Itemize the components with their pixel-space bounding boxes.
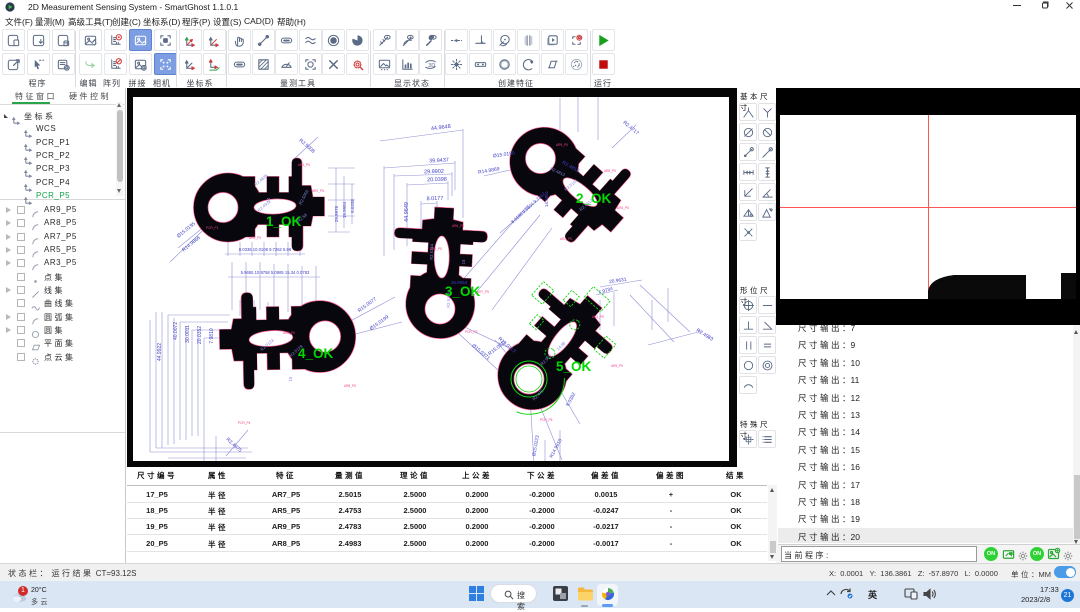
svg-text:8.0336 10.0108 9.7262 5.98: 8.0336 10.0108 9.7262 5.98 (239, 247, 292, 252)
svg-text:PCR_P3: PCR_P3 (465, 330, 478, 334)
svg-text:AR8_P5: AR8_P5 (344, 384, 356, 388)
svg-text:AR5_P5: AR5_P5 (611, 364, 623, 368)
svg-text:29.9976: 29.9976 (334, 205, 339, 222)
svg-text:30.0011: 30.0011 (185, 325, 191, 343)
svg-text:AR3_P5: AR3_P5 (249, 236, 261, 240)
svg-text:7.9810: 7.9810 (209, 328, 215, 344)
svg-text:AR6_P5: AR6_P5 (452, 224, 464, 228)
svg-text:AR1_P5: AR1_P5 (298, 163, 310, 167)
svg-text:AR2_P5: AR2_P5 (560, 237, 572, 241)
svg-text:15: 15 (288, 376, 293, 381)
svg-text:29.9902: 29.9902 (424, 169, 444, 176)
svg-text:14.9801: 14.9801 (544, 190, 549, 207)
svg-text:20.0398: 20.0398 (427, 177, 447, 184)
svg-text:14: 14 (266, 197, 271, 202)
svg-text:4_OK: 4_OK (298, 346, 334, 361)
svg-text:R2.5144: R2.5144 (429, 243, 435, 260)
svg-text:3_OK: 3_OK (445, 284, 481, 299)
svg-text:2_OK: 2_OK (576, 191, 612, 206)
svg-text:44.9649: 44.9649 (404, 202, 410, 222)
svg-text:20.0352: 20.0352 (197, 326, 203, 344)
svg-text:AR2_P5: AR2_P5 (312, 189, 324, 193)
svg-text:PCR_P4: PCR_P4 (238, 421, 251, 425)
svg-text:AR9_P5: AR9_P5 (556, 143, 568, 147)
svg-text:AR3_P5: AR3_P5 (592, 315, 604, 319)
svg-text:AR4_P5: AR4_P5 (617, 206, 629, 210)
svg-text:15: 15 (461, 259, 466, 265)
svg-text:44.9922: 44.9922 (157, 343, 163, 361)
svg-text:39.9437: 39.9437 (429, 157, 449, 164)
svg-text:AR5_P5: AR5_P5 (283, 331, 295, 335)
svg-text:5.9655 10.9758 5.0985 15.34 0.: 5.9655 10.9758 5.0985 15.34 0.0783 (241, 270, 310, 275)
svg-text:AR8_P5: AR8_P5 (604, 169, 616, 173)
svg-text:19.9984: 19.9984 (342, 201, 347, 218)
svg-text:8.0338: 8.0338 (350, 199, 355, 213)
svg-text:1_OK: 1_OK (266, 214, 302, 229)
svg-text:40.0072: 40.0072 (173, 322, 179, 340)
svg-text:8.0177: 8.0177 (426, 196, 443, 203)
svg-text:5_OK: 5_OK (556, 359, 592, 374)
svg-text:AR1_P5: AR1_P5 (430, 247, 442, 251)
svg-text:PCR_P1: PCR_P1 (206, 226, 219, 230)
svg-text:PCR_P5: PCR_P5 (540, 418, 553, 422)
svg-text:3D: 3D (428, 62, 435, 68)
